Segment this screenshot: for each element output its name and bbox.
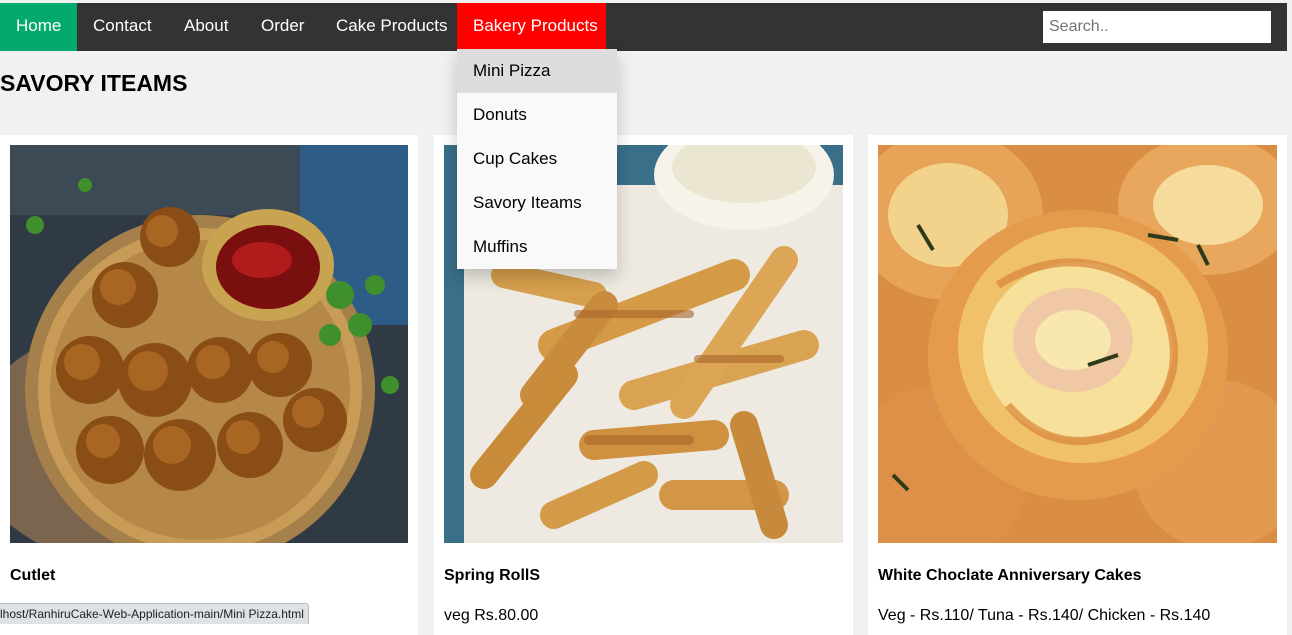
product-price: Veg - Rs.110/ Tuna - Rs.140/ Chicken - R… <box>878 607 1211 624</box>
dropdown-item-donuts[interactable]: Donuts <box>457 93 617 137</box>
nav-bakery-products[interactable]: Bakery Products <box>457 3 606 51</box>
navigation-bar: Home Contact About Order Cake Products B… <box>0 3 1287 51</box>
link-status-bubble: lhost/RanhiruCake-Web-Application-main/M… <box>0 603 309 624</box>
product-title: Spring RollS <box>444 567 540 584</box>
pastry-swirls-photo <box>878 145 1277 543</box>
nav-home[interactable]: Home <box>0 3 77 51</box>
nav-order[interactable]: Order <box>245 3 320 51</box>
nav-contact[interactable]: Contact <box>77 3 168 51</box>
cutlet-photo <box>10 145 408 543</box>
pastry-swirls-image <box>878 145 1277 543</box>
dropdown-item-mini-pizza[interactable]: Mini Pizza <box>457 49 617 93</box>
product-title: White Choclate Anniversary Cakes <box>878 567 1142 584</box>
product-card: Cutlet <box>0 135 418 635</box>
dropdown-item-savory-iteams[interactable]: Savory Iteams <box>457 181 617 225</box>
nav-cake-products[interactable]: Cake Products <box>320 3 464 51</box>
dropdown-item-cup-cakes[interactable]: Cup Cakes <box>457 137 617 181</box>
product-card: White Choclate Anniversary Cakes Veg - R… <box>868 135 1287 635</box>
product-title: Cutlet <box>10 567 56 584</box>
nav-about[interactable]: About <box>168 3 244 51</box>
bakery-products-dropdown: Mini Pizza Donuts Cup Cakes Savory Iteam… <box>457 49 617 269</box>
cutlet-image <box>10 145 408 543</box>
page-title: SAVORY ITEAMS <box>0 70 188 96</box>
dropdown-item-muffins[interactable]: Muffins <box>457 225 617 269</box>
product-price: veg Rs.80.00 <box>444 607 539 624</box>
search-input[interactable] <box>1043 11 1271 43</box>
